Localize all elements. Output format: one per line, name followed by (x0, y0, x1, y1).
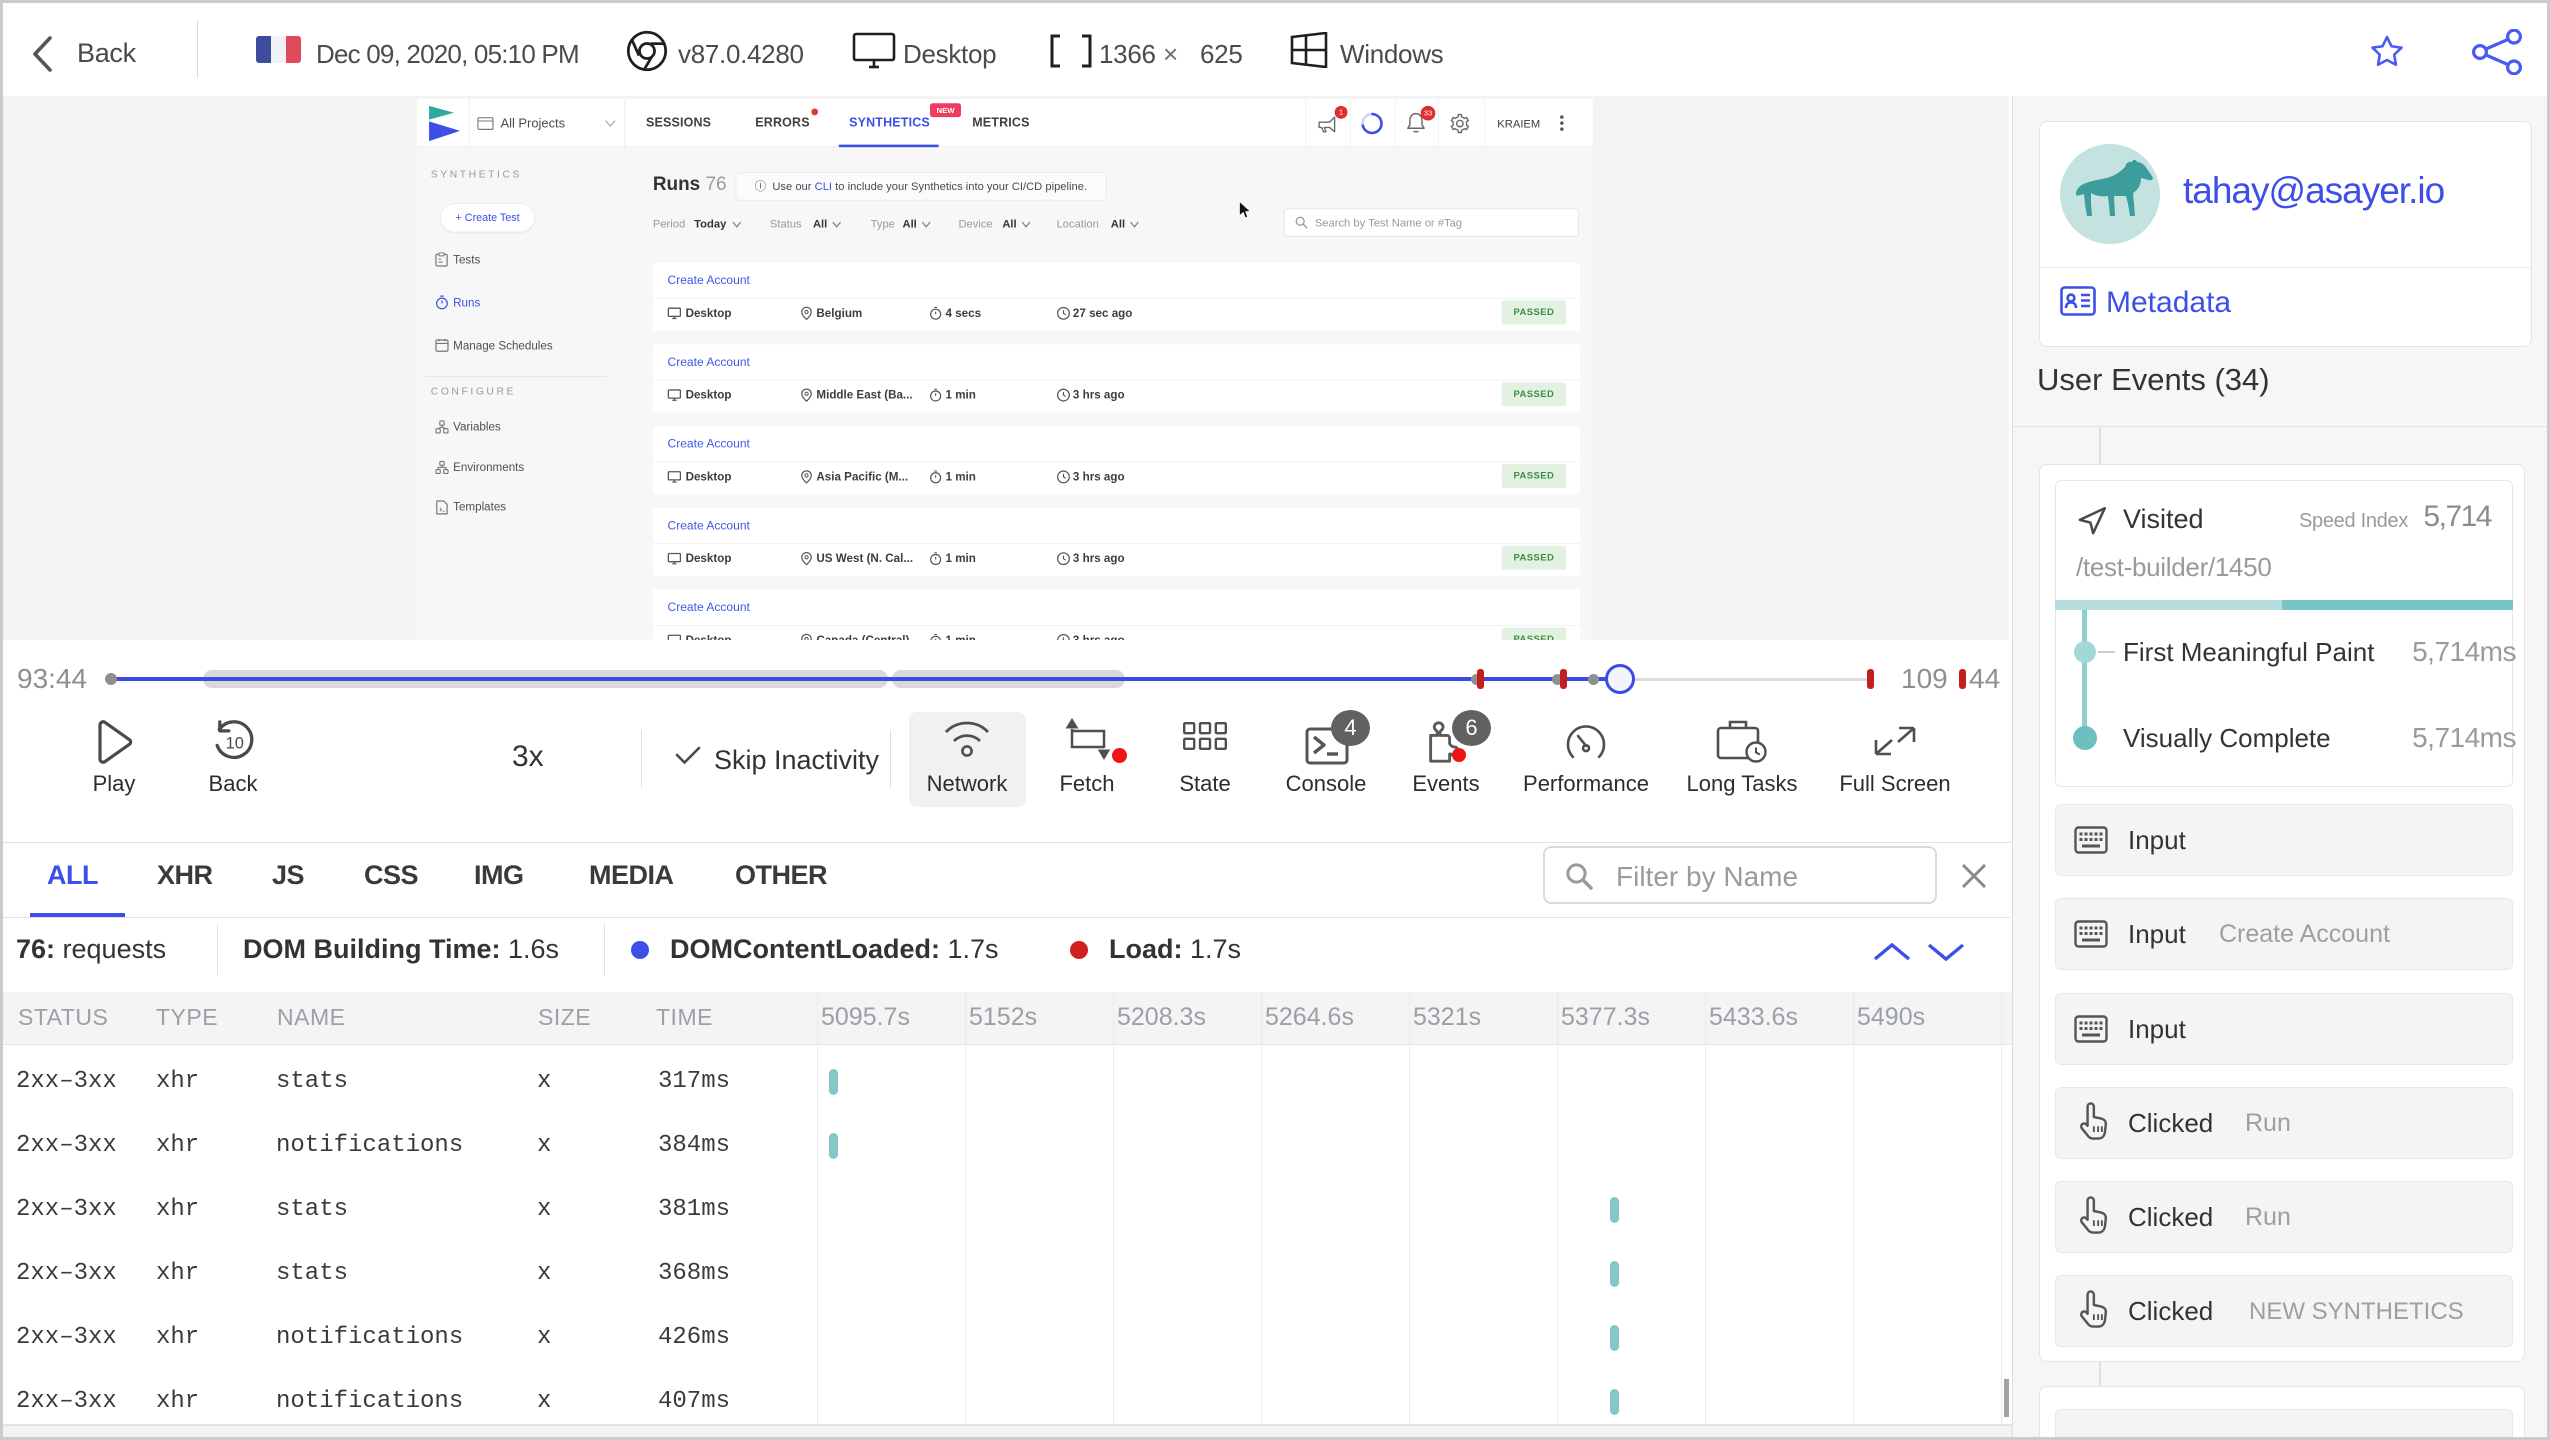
svg-text:10: 10 (226, 735, 244, 753)
